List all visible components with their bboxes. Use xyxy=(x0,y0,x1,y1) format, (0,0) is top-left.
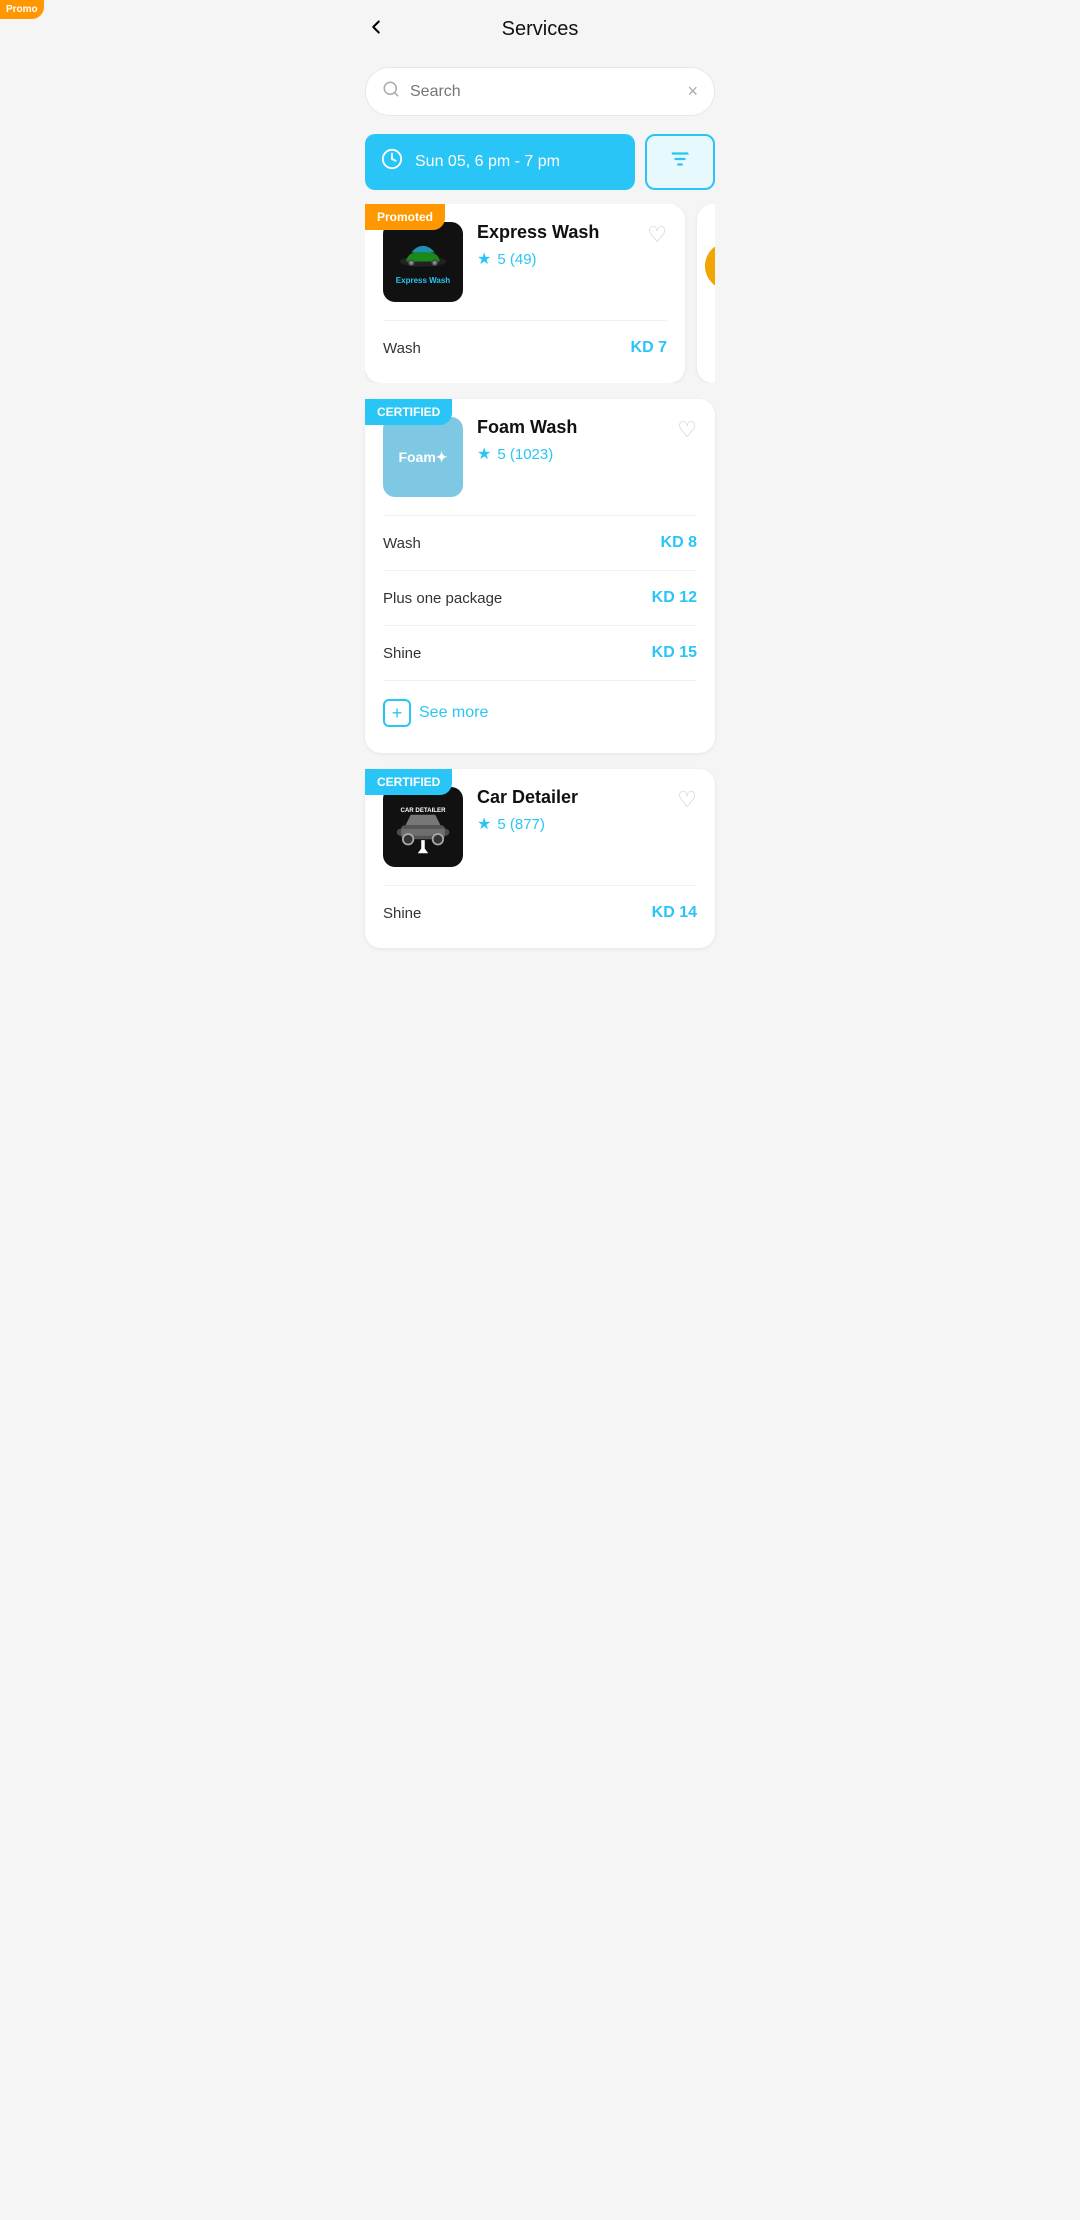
cards-list: Promoted Express xyxy=(345,204,735,978)
svg-text:CAR DETAILER: CAR DETAILER xyxy=(400,807,446,814)
date-label: Sun 05, 6 pm - 7 pm xyxy=(415,153,560,171)
clock-icon xyxy=(381,148,403,176)
car-detailer-price: KD 14 xyxy=(652,904,697,922)
filter-icon xyxy=(669,148,691,176)
see-more-label: See more xyxy=(419,704,488,722)
express-wash-info: Express Wash ★ 5 (49) xyxy=(477,222,633,269)
foam-rating-value: 5 (1023) xyxy=(497,446,553,463)
foam-wash-price-1: KD 8 xyxy=(661,534,697,552)
express-wash-service-label: Wash xyxy=(383,340,421,357)
search-bar: × xyxy=(365,67,715,116)
divider-car-1 xyxy=(383,885,697,886)
express-wash-logo: Express Wash xyxy=(383,222,463,302)
star-icon: ★ xyxy=(477,249,491,269)
express-wash-rating: ★ 5 (49) xyxy=(477,249,633,269)
promoted-scroll: Promoted Express xyxy=(365,204,715,383)
car-detailer-card: CERTIFIED CAR DETAILER xyxy=(365,769,715,948)
foam-wash-price-row-1: Wash KD 8 xyxy=(383,526,697,560)
foam-logo-text: Foam✦ xyxy=(398,449,447,466)
foam-wash-card: CERTIFIED Foam✦ Foam Wash ★ 5 (1023) ♡ W… xyxy=(365,399,715,753)
header: Services xyxy=(345,0,735,55)
divider-foam-2 xyxy=(383,570,697,571)
car-detailer-service-label: Shine xyxy=(383,905,421,922)
car-detailer-favorite-button[interactable]: ♡ xyxy=(677,787,697,813)
foam-wash-label-2: Plus one package xyxy=(383,590,502,607)
foam-wash-label-3: Shine xyxy=(383,645,421,662)
foam-wash-label-1: Wash xyxy=(383,535,421,552)
divider-foam-1 xyxy=(383,515,697,516)
car-detailer-card-header: CAR DETAILER Car Detailer ★ 5 (877) ♡ xyxy=(383,787,697,867)
card-header: Express Wash Express Wash ★ 5 (49) ♡ xyxy=(383,222,667,302)
foam-wash-price-row-3: Shine KD 15 xyxy=(383,636,697,670)
promoted-badge: Promoted xyxy=(365,204,445,230)
certified-badge-foam: CERTIFIED xyxy=(365,399,452,425)
car-detailer-rating-value: 5 (877) xyxy=(497,816,545,833)
star-icon-foam: ★ xyxy=(477,444,491,464)
foam-wash-price-2: KD 12 xyxy=(652,589,697,607)
see-more-button[interactable]: + See more xyxy=(383,691,488,735)
date-button[interactable]: Sun 05, 6 pm - 7 pm xyxy=(365,134,635,190)
express-wash-price: KD 7 xyxy=(631,339,667,357)
car-detailer-info: Car Detailer ★ 5 (877) xyxy=(477,787,663,834)
search-clear-button[interactable]: × xyxy=(687,81,698,102)
foam-wash-price-row-2: Plus one package KD 12 xyxy=(383,581,697,615)
express-wash-price-row: Wash KD 7 xyxy=(383,331,667,365)
partial-card-logo: SUN xyxy=(705,242,715,290)
foam-wash-favorite-button[interactable]: ♡ xyxy=(677,417,697,443)
foam-wash-name: Foam Wash xyxy=(477,417,663,438)
car-detailer-rating: ★ 5 (877) xyxy=(477,814,663,834)
see-more-plus-icon: + xyxy=(383,699,411,727)
promoted-card-partial: Promo SUN xyxy=(697,204,715,383)
filter-button[interactable] xyxy=(645,134,715,190)
back-button[interactable] xyxy=(365,16,387,44)
search-container: × xyxy=(345,55,735,124)
divider-foam-4 xyxy=(383,680,697,681)
divider xyxy=(383,320,667,321)
foam-wash-card-header: Foam✦ Foam Wash ★ 5 (1023) ♡ xyxy=(383,417,697,497)
foam-wash-info: Foam Wash ★ 5 (1023) xyxy=(477,417,663,464)
search-icon xyxy=(382,80,400,103)
foam-wash-logo: Foam✦ xyxy=(383,417,463,497)
rating-value: 5 (49) xyxy=(497,251,536,268)
car-detailer-price-row: Shine KD 14 xyxy=(383,896,697,930)
star-icon-car: ★ xyxy=(477,814,491,834)
filter-row: Sun 05, 6 pm - 7 pm xyxy=(345,124,735,204)
page-title: Services xyxy=(502,18,579,41)
divider-foam-3 xyxy=(383,625,697,626)
car-detailer-name: Car Detailer xyxy=(477,787,663,808)
foam-wash-rating: ★ 5 (1023) xyxy=(477,444,663,464)
car-detailer-logo: CAR DETAILER xyxy=(383,787,463,867)
express-wash-name: Express Wash xyxy=(477,222,633,243)
foam-wash-price-3: KD 15 xyxy=(652,644,697,662)
express-wash-favorite-button[interactable]: ♡ xyxy=(647,222,667,248)
express-wash-card: Promoted Express xyxy=(365,204,685,383)
search-input[interactable] xyxy=(410,83,687,101)
certified-badge-car: CERTIFIED xyxy=(365,769,452,795)
